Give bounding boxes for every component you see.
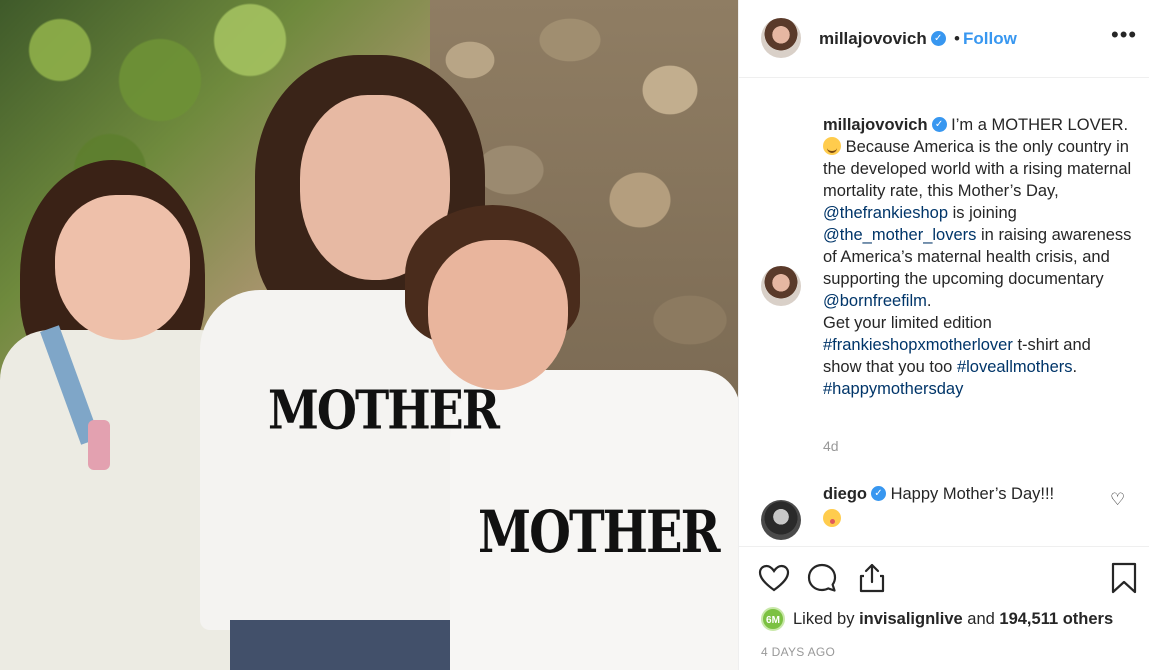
- comment-username[interactable]: diego: [823, 485, 867, 503]
- kiss-emoji-icon: [823, 509, 841, 527]
- separator-dot: •: [954, 29, 960, 48]
- shirt-print-logo: MOTHER: [268, 378, 500, 442]
- smiling-face-emoji-icon: [823, 137, 841, 155]
- caption-text: .: [926, 292, 932, 310]
- post-caption: millajovovich ✓ I’m a MOTHER LOVER. Becau…: [823, 114, 1133, 400]
- caption-text: Get your limited edition: [823, 314, 992, 332]
- avatar[interactable]: [761, 18, 801, 58]
- follow-button[interactable]: Follow: [963, 29, 1017, 49]
- comment-like-heart-icon[interactable]: ♡: [1110, 490, 1125, 510]
- comment-text: Happy Mother’s Day!!!: [890, 485, 1055, 503]
- child-face: [428, 240, 568, 390]
- likes-summary: 6M Liked by invisalignlive and 194,511 o…: [761, 607, 1113, 631]
- caption-text: I’m a MOTHER LOVER.: [951, 116, 1129, 134]
- comment-avatar[interactable]: [761, 500, 801, 540]
- hashtag-link[interactable]: #loveallmothers: [957, 358, 1073, 376]
- pink-tassel: [88, 420, 110, 470]
- girl-face: [55, 195, 190, 340]
- more-options-icon[interactable]: •••: [1111, 22, 1137, 48]
- hashtag-link[interactable]: #frankieshopxmotherlover: [823, 336, 1013, 354]
- like-heart-icon[interactable]: [757, 561, 791, 595]
- caption-username[interactable]: millajovovich: [823, 116, 928, 134]
- likes-prefix: Liked by: [793, 609, 855, 628]
- jeans: [230, 620, 470, 670]
- mention-link[interactable]: @thefrankieshop: [823, 204, 948, 222]
- comment: diego ✓ Happy Mother’s Day!!!: [823, 483, 1103, 533]
- verified-badge-icon: ✓: [931, 117, 947, 133]
- liker-username[interactable]: invisalignlive: [859, 610, 963, 629]
- action-bar: 6M Liked by invisalignlive and 194,511 o…: [739, 546, 1149, 670]
- post-side-panel: millajovovich ✓ • Follow ••• millajovovic…: [738, 0, 1149, 670]
- share-icon[interactable]: [855, 561, 889, 595]
- caption-text: Because America is the only country in t…: [823, 138, 1132, 200]
- verified-badge-icon: ✓: [930, 31, 946, 47]
- hashtag-link[interactable]: #happymothersday: [823, 380, 963, 398]
- comment-bubble-icon[interactable]: [805, 561, 839, 595]
- mention-link[interactable]: @the_mother_lovers: [823, 226, 976, 244]
- caption-text: .: [1072, 358, 1078, 376]
- caption-text: is joining: [952, 204, 1017, 222]
- likes-middle: and: [967, 609, 995, 628]
- verified-badge-icon: ✓: [871, 486, 886, 502]
- post-timestamp[interactable]: 4 DAYS AGO: [761, 645, 835, 659]
- post-photo[interactable]: MOTHER MOTHER: [0, 0, 738, 670]
- header-username[interactable]: millajovovich ✓: [819, 29, 946, 49]
- shirt-print-logo: MOTHER: [478, 499, 720, 567]
- caption-time[interactable]: 4d: [823, 438, 839, 454]
- mention-link[interactable]: @bornfreefilm: [823, 292, 927, 310]
- post-header: millajovovich ✓ • Follow •••: [739, 0, 1149, 78]
- liker-avatar[interactable]: 6M: [761, 607, 785, 631]
- bookmark-icon[interactable]: [1107, 561, 1141, 595]
- likes-count[interactable]: 194,511 others: [999, 610, 1113, 629]
- caption-avatar[interactable]: [761, 266, 801, 306]
